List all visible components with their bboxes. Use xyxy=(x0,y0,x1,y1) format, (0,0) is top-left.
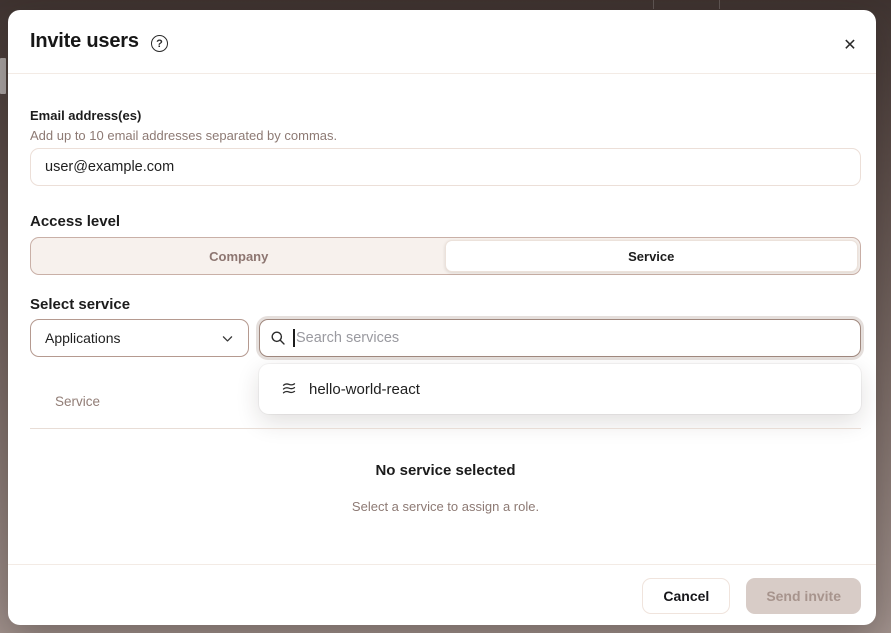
background-nav-divider xyxy=(653,0,654,9)
service-search xyxy=(259,319,861,357)
close-icon[interactable]: ✕ xyxy=(840,35,860,55)
cancel-button[interactable]: Cancel xyxy=(642,578,730,614)
dialog-footer: Cancel Send invite xyxy=(8,578,876,614)
select-service-label: Select service xyxy=(30,296,130,313)
service-column-header: Service xyxy=(55,394,100,409)
background-page-text-fragment xyxy=(0,58,6,94)
footer-divider xyxy=(8,564,876,565)
email-field[interactable] xyxy=(30,148,861,186)
email-helper-text: Add up to 10 email addresses separated b… xyxy=(30,128,337,143)
dialog-header: Invite users ? ✕ xyxy=(8,10,876,73)
empty-state-subtitle: Select a service to assign a role. xyxy=(30,499,861,514)
table-divider xyxy=(30,428,861,429)
background-nav-bar xyxy=(0,0,891,10)
background-nav-divider xyxy=(719,0,720,9)
help-icon[interactable]: ? xyxy=(151,35,168,52)
service-option-label: hello-world-react xyxy=(309,381,420,398)
service-type-dropdown-value: Applications xyxy=(45,330,121,346)
segment-service[interactable]: Service xyxy=(445,240,859,272)
header-divider xyxy=(8,73,876,74)
send-invite-button[interactable]: Send invite xyxy=(746,578,861,614)
search-results-dropdown: hello-world-react xyxy=(259,364,861,414)
chevron-down-icon xyxy=(221,332,234,345)
segment-company[interactable]: Company xyxy=(33,240,445,272)
email-label: Email address(es) xyxy=(30,108,141,123)
invite-users-dialog: Invite users ? ✕ Email address(es) Add u… xyxy=(8,10,876,625)
service-option[interactable]: hello-world-react xyxy=(273,370,847,408)
dialog-title: Invite users xyxy=(30,30,139,53)
access-level-segmented-control: Company Service xyxy=(30,237,861,275)
service-type-dropdown[interactable]: Applications xyxy=(30,319,249,357)
empty-state-title: No service selected xyxy=(30,462,861,479)
access-level-label: Access level xyxy=(30,213,120,230)
search-input[interactable] xyxy=(259,319,861,357)
stack-icon xyxy=(281,381,297,397)
